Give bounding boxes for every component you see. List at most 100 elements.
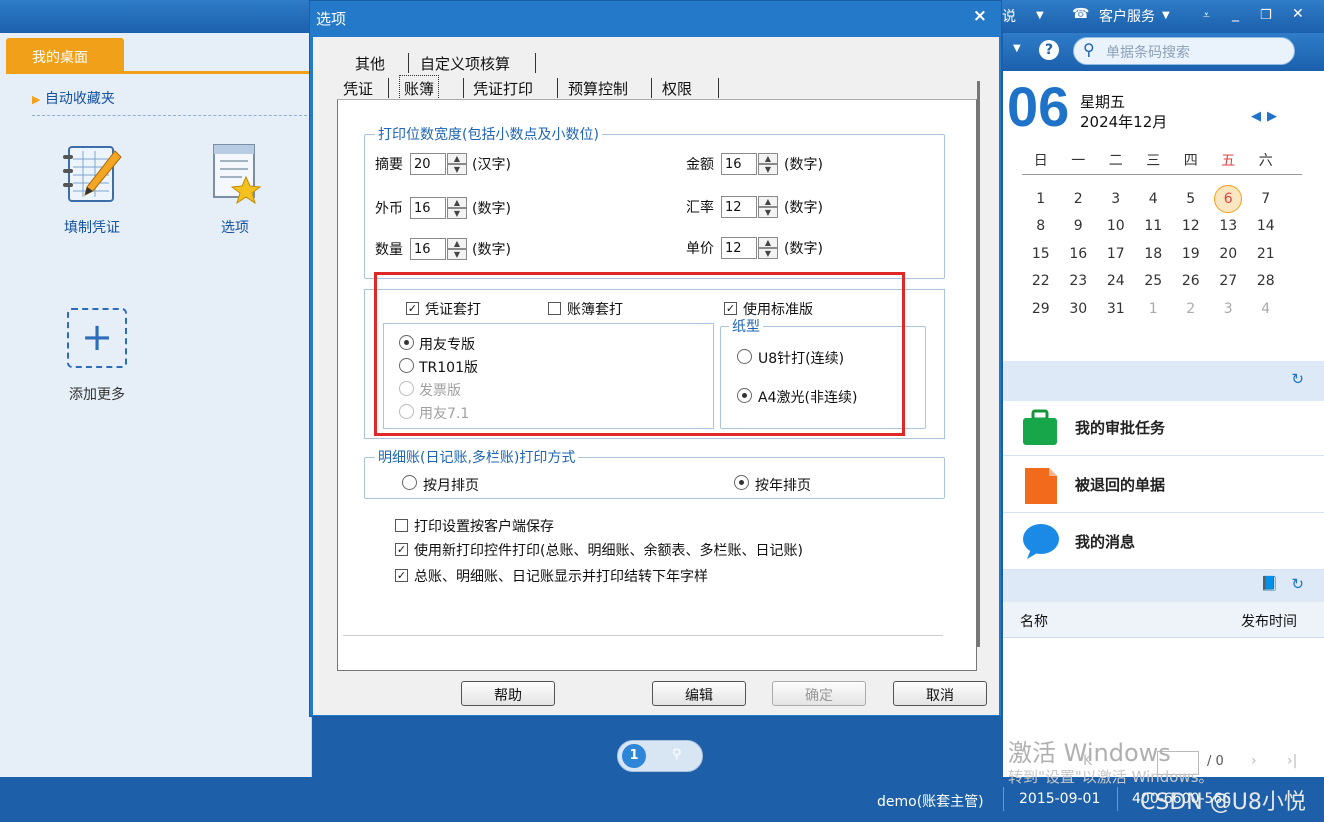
next-month-icon[interactable]: ▶ [1267,109,1283,124]
stepper-value[interactable]: 16 [410,238,446,260]
tab-my-desktop[interactable]: 我的桌面 [6,38,124,72]
calendar-day[interactable]: 29 [1022,301,1060,317]
calendar-day[interactable]: 30 [1060,301,1098,317]
help-button[interactable]: 帮助 [461,681,555,706]
dialog-close-icon[interactable]: × [973,6,987,26]
pin-icon[interactable]: ⚲ [672,747,682,762]
help-icon[interactable]: ? [1039,40,1059,60]
desktop-icon-add-more[interactable]: + 添加更多 [57,308,137,404]
stepper-value[interactable]: 12 [721,237,757,259]
calendar-day[interactable]: 5 [1172,191,1210,207]
calendar-day[interactable]: 20 [1210,246,1248,262]
client-save-checkbox[interactable] [395,519,408,532]
calendar-day[interactable]: 25 [1135,273,1173,289]
calendar-day[interactable]: 4 [1135,191,1173,207]
barcode-search-input[interactable]: ⚲ 单据条码搜索 [1073,37,1295,65]
calendar-day[interactable]: 22 [1022,273,1060,289]
next-page-icon[interactable]: › [1251,753,1257,769]
calendar-day[interactable]: 17 [1097,246,1135,262]
refresh-icon[interactable]: ↻ [1291,370,1304,388]
calendar-day-next-month[interactable]: 3 [1210,301,1248,317]
dropdown-caret-icon[interactable]: ▼ [1036,10,1044,21]
calendar-day[interactable]: 10 [1097,218,1135,234]
spin-down-icon[interactable]: ▼ [758,248,778,259]
task-my-approvals[interactable]: 我的审批任务 [1003,399,1324,456]
spin-up-icon[interactable]: ▲ [447,197,467,208]
spin-up-icon[interactable]: ▲ [447,238,467,249]
tab-budget-control[interactable]: 预算控制 [568,78,628,99]
spin-down-icon[interactable]: ▼ [758,164,778,175]
stepper-value[interactable]: 20 [410,153,446,175]
spin-down-icon[interactable]: ▼ [447,208,467,219]
menu-dropdown-icon[interactable]: ⩡ [1203,8,1210,23]
minimize-icon[interactable]: _ [1232,6,1239,22]
calendar-day[interactable]: 31 [1097,301,1135,317]
calendar-day[interactable]: 24 [1097,273,1135,289]
desktop-icon-options[interactable]: 选项 [195,141,275,237]
unit-price-width-stepper[interactable]: 12 ▲ ▼ [721,237,778,259]
prev-month-icon[interactable]: ◀ [1251,109,1267,124]
tab-custom-accounting[interactable]: 自定义项核算 [420,53,510,74]
calendar-day[interactable]: 23 [1060,273,1098,289]
calendar-day[interactable]: 16 [1060,246,1098,262]
book-icon[interactable]: 📘 [1261,576,1278,592]
calendar-day[interactable]: 3 [1097,191,1135,207]
new-print-control-checkbox[interactable]: ✓ [395,543,408,556]
exchange-rate-width-stepper[interactable]: 12 ▲ ▼ [721,196,778,218]
carry-forward-checkbox[interactable]: ✓ [395,569,408,582]
calendar-day[interactable]: 26 [1172,273,1210,289]
calendar-day[interactable]: 1 [1022,191,1060,207]
calendar-day-next-month[interactable]: 4 [1247,301,1285,317]
spin-up-icon[interactable]: ▲ [447,153,467,164]
quantity-width-stepper[interactable]: 16 ▲ ▼ [410,238,467,260]
tab-permissions[interactable]: 权限 [662,78,692,99]
spin-up-icon[interactable]: ▲ [758,196,778,207]
cancel-button[interactable]: 取消 [893,681,987,706]
close-app-icon[interactable]: ✕ [1292,6,1304,22]
calendar-day[interactable]: 21 [1247,246,1285,262]
summary-width-stepper[interactable]: 20 ▲ ▼ [410,153,467,175]
restore-icon[interactable]: ❐ [1260,8,1272,23]
last-page-icon[interactable]: ›| [1287,753,1297,769]
stepper-value[interactable]: 12 [721,196,757,218]
calendar-day[interactable]: 14 [1247,218,1285,234]
calendar-day[interactable]: 13 [1210,218,1248,234]
tab-voucher-print[interactable]: 凭证打印 [473,78,533,99]
customer-service-menu[interactable]: 客户服务 [1099,6,1155,26]
calendar-day[interactable]: 11 [1135,218,1173,234]
calendar-day[interactable]: 7 [1247,191,1285,207]
task-my-messages[interactable]: 我的消息 [1003,513,1324,570]
refresh-icon[interactable]: ↻ [1291,575,1304,593]
calendar-day[interactable]: 9 [1060,218,1098,234]
tab-voucher[interactable]: 凭证 [343,78,373,99]
favorites-folder[interactable]: ▶ 自动收藏夹 [32,88,115,108]
spin-down-icon[interactable]: ▼ [447,164,467,175]
spin-down-icon[interactable]: ▼ [447,249,467,260]
spin-up-icon[interactable]: ▲ [758,237,778,248]
stepper-value[interactable]: 16 [721,153,757,175]
tab-other[interactable]: 其他 [355,53,385,74]
calendar-day-next-month[interactable]: 2 [1172,301,1210,317]
ok-button[interactable]: 确定 [772,681,866,706]
calendar-day[interactable]: 2 [1060,191,1098,207]
page-indicator-active[interactable]: 1 [622,744,646,768]
task-returned-documents[interactable]: 被退回的单据 [1003,456,1324,513]
calendar-day[interactable]: 18 [1135,246,1173,262]
calendar-day-today[interactable]: 6 [1210,184,1248,213]
stepper-value[interactable]: 16 [410,197,446,219]
calendar-day[interactable]: 28 [1247,273,1285,289]
dropdown-caret-icon[interactable]: ▼ [1013,43,1021,54]
by-year-radio[interactable] [734,475,749,490]
customer-service-caret-icon[interactable]: ▼ [1162,10,1170,21]
by-month-radio[interactable] [402,475,417,490]
amount-width-stepper[interactable]: 16 ▲ ▼ [721,153,778,175]
calendar-day[interactable]: 15 [1022,246,1060,262]
foreign-currency-width-stepper[interactable]: 16 ▲ ▼ [410,197,467,219]
calendar-day[interactable]: 12 [1172,218,1210,234]
calendar-day-next-month[interactable]: 1 [1135,301,1173,317]
calendar-day[interactable]: 27 [1210,273,1248,289]
edit-button[interactable]: 编辑 [652,681,746,706]
tab-ledger-active[interactable]: 账簿 [399,75,440,102]
spin-down-icon[interactable]: ▼ [758,207,778,218]
desktop-icon-voucher[interactable]: 填制凭证 [52,141,132,237]
